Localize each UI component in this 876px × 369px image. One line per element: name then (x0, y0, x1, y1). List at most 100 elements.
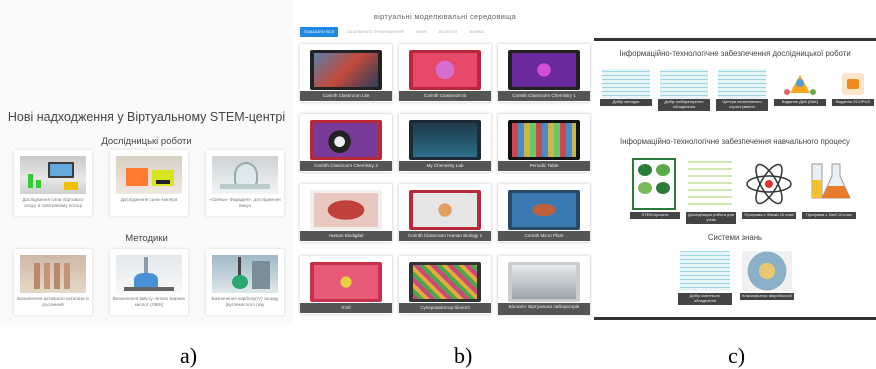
env-tile-9[interactable]: Corinth Micro Plant (498, 184, 590, 242)
env-label-5: My Chemistry Lab (399, 161, 491, 171)
it-tile-dak[interactable]: Видання ДАК (ВАК) (774, 69, 826, 109)
method-photo-1 (20, 255, 86, 293)
it-label-edu-equipment: Добір освітнього обладнання (678, 293, 732, 305)
it-label-microbiology: Класифікатор мікробіології (740, 293, 794, 300)
caption-b: b) (454, 343, 473, 368)
env-label-12: Біологія: Віртуальна лабораторія (498, 303, 590, 315)
tab-all[interactable]: ПОКАЗАТИ ВСЕ (300, 27, 339, 37)
filter-tabs: ПОКАЗАТИ ВСЕ ЗАГАЛЬНОГО ПРИЗНАЧЕННЯ ХІМІ… (300, 27, 488, 37)
env-tile-2[interactable]: Corinth Classroom B (399, 44, 491, 102)
env-tile-11[interactable]: Супернавігатор біології (399, 256, 491, 314)
it-tile-student-research[interactable]: Дослідницькі роботи для учнів (686, 158, 736, 224)
it-photo-lab-equipment (660, 69, 708, 99)
env-tile-8[interactable]: Corinth Classroom Human Biology 1 (399, 184, 491, 242)
env-screen-1 (310, 50, 382, 90)
research-card-2[interactable]: Дослідження сили Ампера (110, 150, 188, 216)
section-research-title: Дослідницькі роботи (101, 136, 192, 147)
tab-physics[interactable]: ФІЗИКА (465, 27, 487, 37)
section-knowledge-systems: Системи знань (707, 233, 763, 242)
it-label-dak: Видання ДАК (ВАК) (774, 99, 826, 106)
env-label-9: Corinth Micro Plant (498, 231, 590, 241)
caption-a: a) (180, 343, 198, 368)
panel-it-support: Інформаційно-технологічне забезпечення д… (594, 38, 876, 320)
panel-virtual-environments: віртуальні моделювальні середовища ПОКАЗ… (296, 0, 594, 325)
research-label-1: Дослідження сили ліфтового опору в повіт… (22, 197, 84, 208)
research-photo-1 (20, 156, 86, 194)
research-photo-3 (212, 156, 278, 194)
env-label-1: Corinth Classroom Lite (300, 91, 392, 101)
env-screen-12 (508, 262, 580, 302)
it-label-stem-projects: STEM-проєкти (630, 212, 680, 219)
tab-biology[interactable]: БІОЛОГІЯ (435, 27, 462, 37)
it-photo-shared-centers (718, 69, 766, 99)
environments-title: віртуальні моделювальні середовища (373, 12, 517, 21)
env-screen-6 (508, 120, 580, 160)
it-tile-edu-equipment[interactable]: Добір освітнього обладнання (678, 251, 732, 305)
env-screen-9 (508, 190, 580, 230)
research-photo-2 (116, 156, 182, 194)
env-tile-4[interactable]: Corinth Classroom Chemistry 2 (300, 114, 392, 172)
env-screen-8 (409, 190, 481, 230)
tab-general[interactable]: ЗАГАЛЬНОГО ПРИЗНАЧЕННЯ (342, 27, 407, 37)
env-tile-1[interactable]: Corinth Classroom Lite (300, 44, 392, 102)
it-tile-stem-projects[interactable]: STEM-проєкти (630, 158, 680, 222)
env-label-10: iCell (300, 303, 392, 313)
env-label-11: Супернавігатор біології (399, 303, 491, 313)
env-tile-3[interactable]: Corinth Classroom Chemistry 1 (498, 44, 590, 102)
it-label-student-research: Дослідницькі роботи для учнів (686, 212, 736, 224)
it-label-shared-centers: Центри колективного користування (716, 99, 768, 111)
method-card-1[interactable]: Визначення активного каталазе в рослинні… (14, 249, 92, 315)
method-label-2: Визначення вмісту летких жирних кислот (… (112, 296, 186, 307)
it-tile-lab-equipment[interactable]: Добір лабораторного обладнання (658, 69, 710, 111)
it-photo-methods (602, 69, 650, 99)
it-photo-student-research (688, 158, 732, 210)
env-screen-5 (409, 120, 481, 160)
section-methods-title: Методики (125, 233, 168, 244)
method-card-3[interactable]: Визначення карбону(IV) оксиду (вуглекисл… (206, 249, 284, 315)
caption-c: c) (728, 343, 746, 368)
env-tile-10[interactable]: iCell (300, 256, 392, 314)
it-photo-stem-projects (632, 158, 676, 210)
env-label-7: Human Biodigital (300, 231, 392, 241)
tab-chemistry[interactable]: ХІМІЯ (411, 27, 430, 37)
it-label-methods: Добір методик (600, 99, 652, 106)
page-title: Нові надходження у Віртуальному STEM-цен… (7, 110, 286, 124)
method-label-3: Визначення карбону(IV) оксиду (вуглекисл… (211, 296, 279, 307)
env-screen-11 (409, 262, 481, 302)
it-label-lab-equipment: Добір лабораторного обладнання (658, 99, 710, 111)
it-label-physics-program: Програма з Фізики 10 клас (742, 212, 796, 219)
flask-icon (804, 158, 854, 210)
it-photo-microbiology (742, 251, 792, 291)
env-label-2: Corinth Classroom B (399, 91, 491, 101)
env-label-6: Periodic Table (498, 161, 590, 171)
env-tile-7[interactable]: Human Biodigital (300, 184, 392, 242)
research-card-1[interactable]: Дослідження сили ліфтового опору в повіт… (14, 150, 92, 216)
it-label-chemistry-program: Програма з Хімії 10 клас (802, 212, 856, 219)
env-label-4: Corinth Classroom Chemistry 2 (300, 161, 392, 171)
research-card-3[interactable]: «Свічка» Фарадея»: дослідження вакуа (206, 150, 284, 216)
method-card-2[interactable]: Визначення вмісту летких жирних кислот (… (110, 249, 188, 315)
method-photo-3 (212, 255, 278, 293)
panel-stem-center: Нові надходження у Віртуальному STEM-цен… (0, 0, 293, 325)
it-tile-scopus[interactable]: Видання SCOPUS (832, 69, 874, 109)
research-label-3: «Свічка» Фарадея»: дослідження вакуа (209, 197, 281, 208)
env-screen-7 (310, 190, 382, 230)
env-tile-12[interactable]: Біологія: Віртуальна лабораторія (498, 256, 590, 315)
it-label-scopus: Видання SCOPUS (832, 99, 874, 106)
it-photo-edu-equipment (680, 251, 730, 291)
method-label-1: Визначення активного каталазе в рослинні… (17, 296, 89, 307)
env-tile-6[interactable]: Periodic Table (498, 114, 590, 172)
section-research-support: Інформаційно-технологічне забезпечення д… (619, 49, 851, 58)
it-tile-physics-program[interactable]: Програма з Фізики 10 клас (742, 158, 796, 222)
research-label-2: Дослідження сили Ампера (120, 197, 178, 202)
env-screen-4 (310, 120, 382, 160)
it-tile-microbiology[interactable]: Класифікатор мікробіології (740, 251, 794, 305)
scopus-logo-icon (832, 69, 874, 99)
it-tile-chemistry-program[interactable]: Програма з Хімії 10 клас (802, 158, 856, 222)
it-tile-methods[interactable]: Добір методик (600, 69, 652, 109)
env-tile-5[interactable]: My Chemistry Lab (399, 114, 491, 172)
env-screen-3 (508, 50, 580, 90)
it-tile-shared-centers[interactable]: Центри колективного користування (716, 69, 768, 111)
dak-logo-icon (776, 69, 824, 99)
env-screen-10 (310, 262, 382, 302)
